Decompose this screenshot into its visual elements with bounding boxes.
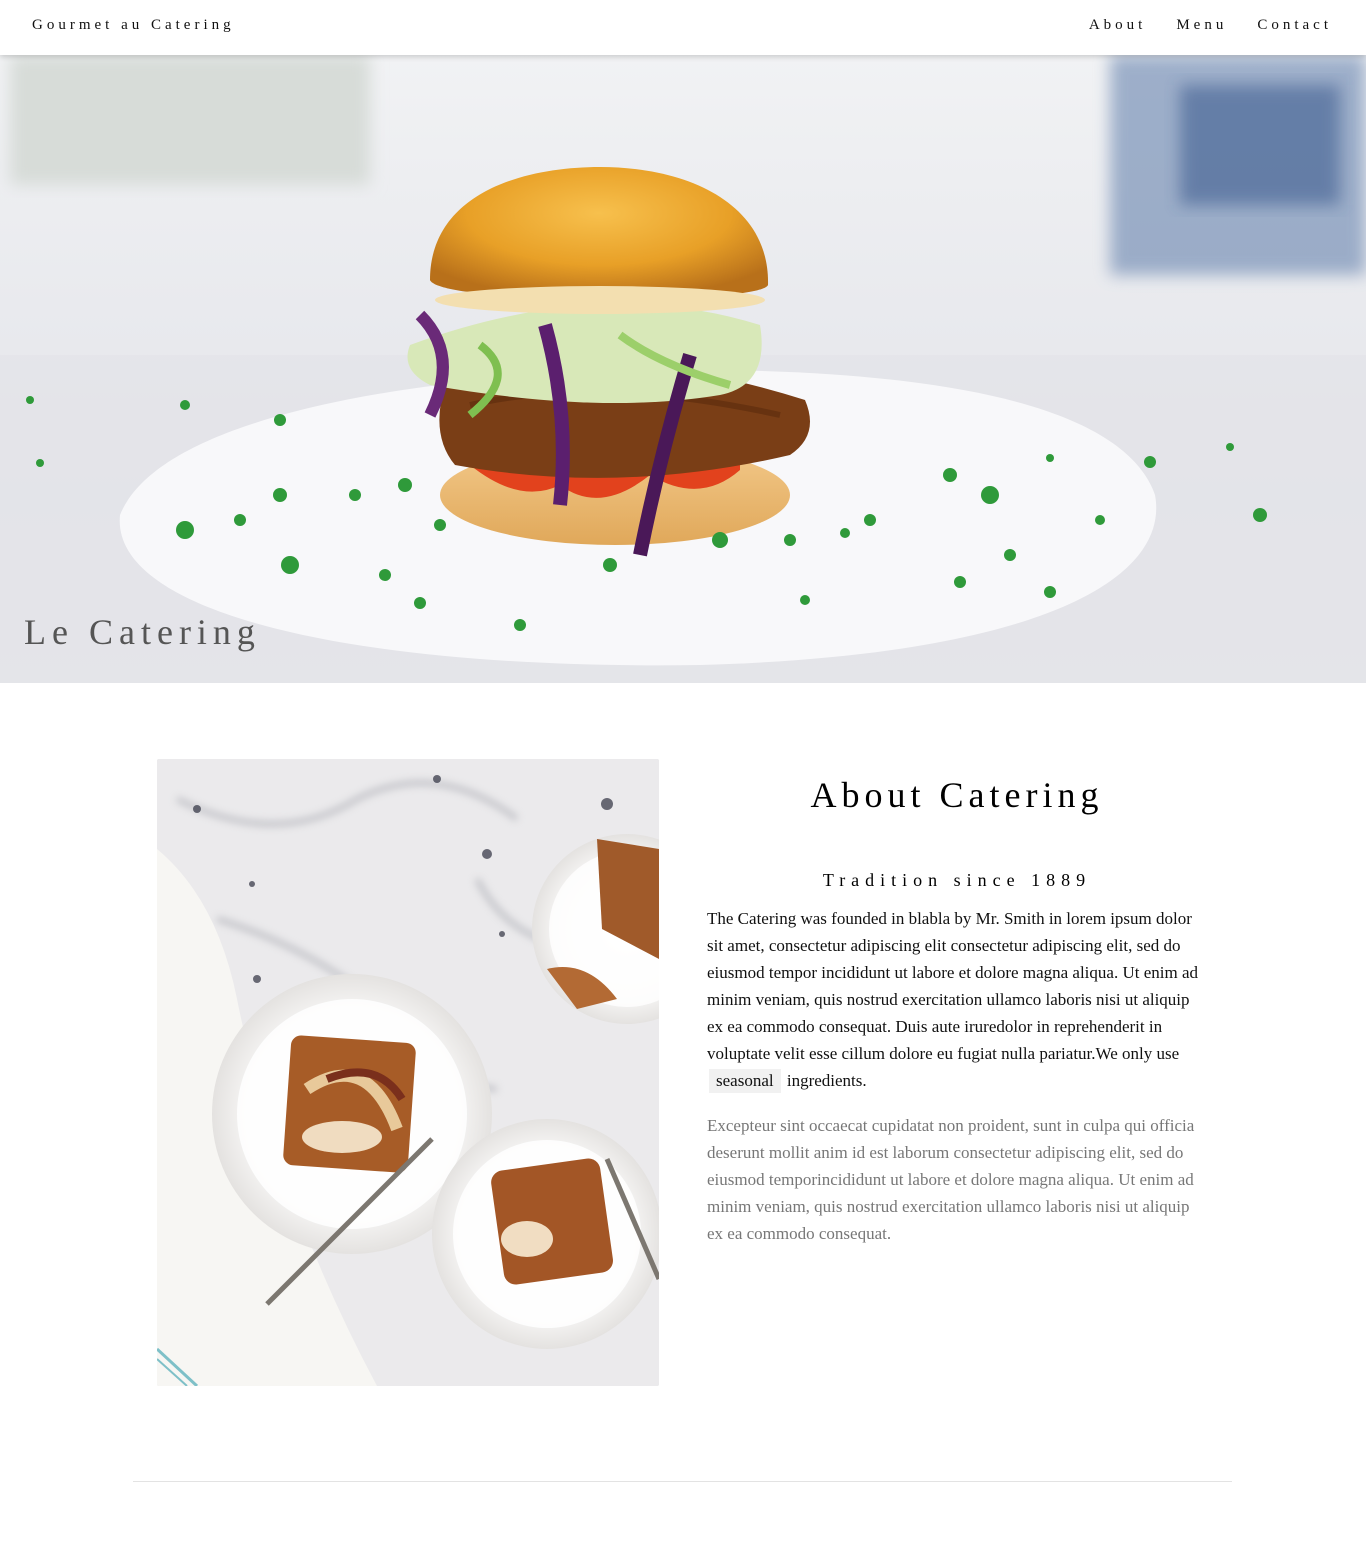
nav-link-about[interactable]: About — [1089, 17, 1147, 34]
about-paragraph-2: Excepteur sint occaecat cupidatat non pr… — [707, 1116, 1195, 1243]
burger-photo — [0, 55, 1366, 683]
seasonal-tag: seasonal — [709, 1069, 781, 1093]
apple-tart-illustration — [157, 759, 659, 1386]
about-paragraph-1-text: The Catering was founded in blabla by Mr… — [707, 909, 1198, 1063]
nav-link-contact[interactable]: Contact — [1257, 17, 1332, 34]
hero-banner: Le Catering — [0, 55, 1366, 683]
about-subtitle: Tradition since 1889 — [822, 870, 1092, 890]
section-divider — [133, 1481, 1232, 1482]
about-section: About Catering Tradition since 1889 The … — [707, 770, 1207, 1247]
top-navigation-bar: Gourmet au Catering About Menu Contact — [0, 0, 1366, 55]
brand-link[interactable]: Gourmet au Catering — [32, 17, 235, 34]
nav-link-menu[interactable]: Menu — [1176, 17, 1227, 34]
about-paragraph-1: The Catering was founded in blabla by Mr… — [707, 905, 1207, 1094]
hero-title: Le Catering — [24, 612, 261, 652]
about-title: About Catering — [810, 775, 1104, 815]
nav-links: About Menu Contact — [1059, 17, 1332, 34]
about-paragraph-1-end: ingredients. — [786, 1071, 867, 1090]
apple-tart-photo — [157, 759, 659, 1386]
